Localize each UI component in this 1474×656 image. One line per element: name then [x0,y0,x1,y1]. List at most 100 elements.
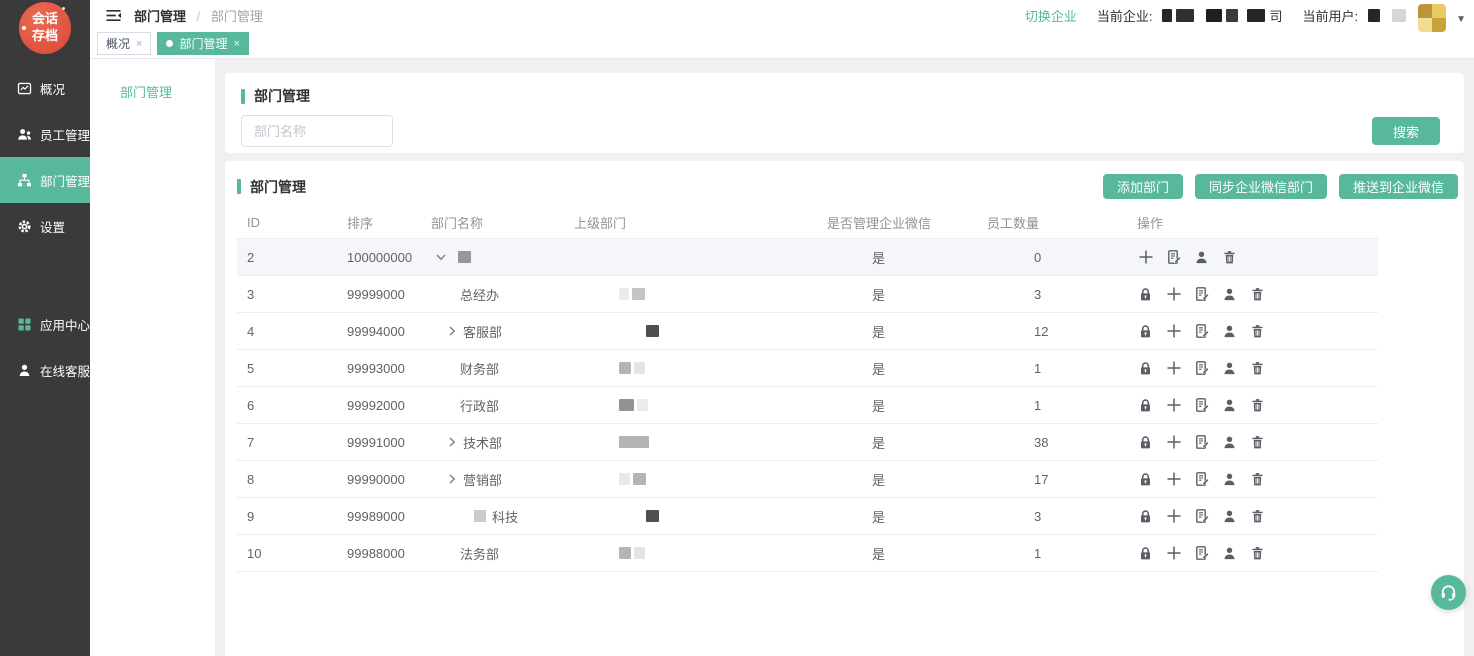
table-row[interactable]: 9 99989000 科技 是 3 [237,498,1378,535]
column-header-employee-count: 员工数量 [987,213,1137,232]
sidebar-item-departments[interactable]: 部门管理 [0,157,90,203]
current-user-label: 当前用户: [1302,6,1358,25]
department-members-icon[interactable] [1221,434,1238,451]
department-name: 法务部 [460,544,499,563]
delete-department-icon[interactable] [1249,508,1266,525]
customer-service-float-button[interactable] [1431,575,1466,610]
edit-department-icon[interactable] [1193,323,1210,340]
tab-department-management[interactable]: 部门管理 × [157,32,248,55]
column-header-operations: 操作 [1137,213,1378,232]
delete-department-icon[interactable] [1249,434,1266,451]
edit-department-icon[interactable] [1165,249,1182,266]
table-row[interactable]: 4 99994000 客服部 是 12 [237,313,1378,350]
table-row[interactable]: 2 100000000 是 0 [237,239,1378,276]
add-sub-department-icon[interactable] [1165,360,1182,377]
sidebar-item-app-center[interactable]: 应用中心 [0,301,90,347]
lock-icon[interactable] [1137,471,1154,488]
sidebar-item-online-support[interactable]: 在线客服 [0,347,90,393]
department-members-icon[interactable] [1221,397,1238,414]
department-members-icon[interactable] [1221,360,1238,377]
column-header-wecom-managed: 是否管理企业微信 [827,213,987,232]
cell-wecom-managed: 是 [827,359,987,378]
sidebar-item-overview[interactable]: 概况 [0,65,90,111]
edit-department-icon[interactable] [1193,545,1210,562]
add-sub-department-icon[interactable] [1165,508,1182,525]
lock-icon[interactable] [1137,360,1154,377]
redacted-name-prefix [474,510,486,522]
cell-parent [574,325,827,337]
collapse-node-icon[interactable] [435,251,447,263]
switch-company-link[interactable]: 切换企业 [1025,6,1077,25]
delete-department-icon[interactable] [1249,360,1266,377]
add-sub-department-icon[interactable] [1165,434,1182,451]
user-avatar[interactable] [1418,4,1446,32]
cell-wecom-managed: 是 [827,507,987,526]
sync-wecom-departments-button[interactable]: 同步企业微信部门 [1195,174,1327,199]
delete-department-icon[interactable] [1249,286,1266,303]
delete-department-icon[interactable] [1249,545,1266,562]
redacted-department-name [458,251,471,263]
lock-icon[interactable] [1137,545,1154,562]
edit-department-icon[interactable] [1193,397,1210,414]
push-to-wecom-button[interactable]: 推送到企业微信 [1339,174,1458,199]
add-sub-department-icon[interactable] [1137,249,1154,266]
expand-node-icon[interactable] [446,436,458,448]
lock-icon[interactable] [1137,434,1154,451]
edit-department-icon[interactable] [1193,286,1210,303]
expand-node-icon[interactable] [446,325,458,337]
edit-department-icon[interactable] [1193,360,1210,377]
delete-department-icon[interactable] [1249,323,1266,340]
table-row[interactable]: 3 99999000 总经办 是 3 [237,276,1378,313]
department-members-icon[interactable] [1221,471,1238,488]
sidebar-item-settings[interactable]: 设置 [0,203,90,249]
cell-employee-count: 17 [987,472,1137,487]
department-members-icon[interactable] [1221,545,1238,562]
user-menu-caret-icon[interactable]: ▼ [1456,14,1466,25]
collapse-sidebar-icon[interactable] [105,8,122,23]
sidebar-item-label: 部门管理 [40,171,90,190]
cell-id: 4 [247,324,347,339]
department-members-icon[interactable] [1193,249,1210,266]
cell-name: 法务部 [431,544,574,563]
table-row[interactable]: 5 99993000 财务部 是 1 [237,350,1378,387]
search-button[interactable]: 搜索 [1372,117,1440,145]
delete-department-icon[interactable] [1249,471,1266,488]
edit-department-icon[interactable] [1193,434,1210,451]
department-name: 营销部 [463,470,502,489]
submenu-item-department-management[interactable]: 部门管理 [90,59,215,101]
edit-department-icon[interactable] [1193,508,1210,525]
cell-wecom-managed: 是 [827,433,987,452]
department-members-icon[interactable] [1221,286,1238,303]
title-accent-bar [237,179,241,194]
table-row[interactable]: 10 99988000 法务部 是 1 [237,535,1378,572]
table-row[interactable]: 6 99992000 行政部 是 1 [237,387,1378,424]
add-department-button[interactable]: 添加部门 [1103,174,1183,199]
table-row[interactable]: 7 99991000 技术部 是 38 [237,424,1378,461]
lock-icon[interactable] [1137,286,1154,303]
delete-department-icon[interactable] [1221,249,1238,266]
tab-label: 部门管理 [179,35,227,52]
table-panel-title-text: 部门管理 [250,177,306,197]
close-tab-icon[interactable]: × [233,38,239,50]
department-name-input[interactable] [241,115,393,147]
close-tab-icon[interactable]: × [136,38,142,50]
breadcrumb-item[interactable]: 部门管理 [134,9,186,24]
department-members-icon[interactable] [1221,323,1238,340]
tab-overview[interactable]: 概况 × [97,32,151,55]
sidebar-item-employees[interactable]: 员工管理 [0,111,90,157]
redacted-parent-name [646,510,659,522]
edit-department-icon[interactable] [1193,471,1210,488]
add-sub-department-icon[interactable] [1165,545,1182,562]
lock-icon[interactable] [1137,397,1154,414]
add-sub-department-icon[interactable] [1165,471,1182,488]
add-sub-department-icon[interactable] [1165,323,1182,340]
expand-node-icon[interactable] [446,473,458,485]
add-sub-department-icon[interactable] [1165,397,1182,414]
department-members-icon[interactable] [1221,508,1238,525]
logo-text-line2: 存档 [32,28,58,45]
delete-department-icon[interactable] [1249,397,1266,414]
lock-icon[interactable] [1137,508,1154,525]
table-row[interactable]: 8 99990000 营销部 是 17 [237,461,1378,498]
add-sub-department-icon[interactable] [1165,286,1182,303]
lock-icon[interactable] [1137,323,1154,340]
